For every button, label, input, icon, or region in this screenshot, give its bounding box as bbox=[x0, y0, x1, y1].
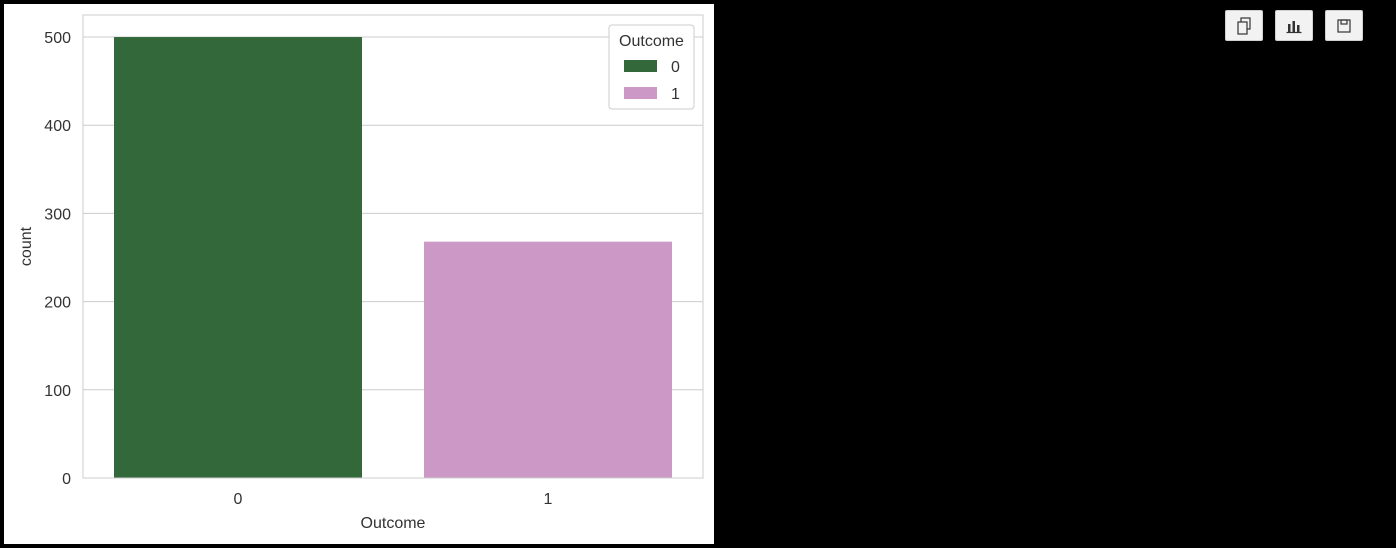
bar-1 bbox=[424, 241, 672, 478]
bar-0 bbox=[114, 37, 362, 479]
bar-chart: 0 100 200 300 400 500 0 1 Outcome count Outcome 0 1 bbox=[18, 14, 704, 532]
x-axis-label: Outcome bbox=[361, 515, 426, 532]
legend-label-1: 1 bbox=[671, 86, 680, 103]
copy-button[interactable] bbox=[1225, 10, 1263, 41]
copy-icon bbox=[1237, 16, 1251, 35]
y-tick-label: 400 bbox=[44, 118, 71, 135]
y-tick-label: 0 bbox=[62, 471, 71, 488]
legend-swatch-1 bbox=[624, 87, 657, 99]
y-axis-label: count bbox=[18, 226, 35, 266]
legend-label-0: 0 bbox=[671, 59, 680, 76]
legend-title: Outcome bbox=[619, 33, 684, 50]
x-tick-label: 1 bbox=[544, 491, 553, 508]
chart-button[interactable] bbox=[1275, 10, 1313, 41]
y-tick-label: 100 bbox=[44, 383, 71, 400]
chart-toolbar bbox=[1225, 10, 1363, 41]
save-button[interactable] bbox=[1325, 10, 1363, 41]
bar-chart-icon bbox=[1286, 20, 1302, 33]
y-tick-label: 200 bbox=[44, 295, 71, 312]
y-tick-label: 300 bbox=[44, 206, 71, 223]
legend-swatch-0 bbox=[624, 60, 657, 72]
x-tick-label: 0 bbox=[234, 491, 243, 508]
save-icon bbox=[1337, 18, 1351, 33]
chart-frame: 0 100 200 300 400 500 0 1 Outcome count Outcome 0 1 bbox=[4, 4, 714, 544]
y-tick-label: 500 bbox=[44, 30, 71, 47]
